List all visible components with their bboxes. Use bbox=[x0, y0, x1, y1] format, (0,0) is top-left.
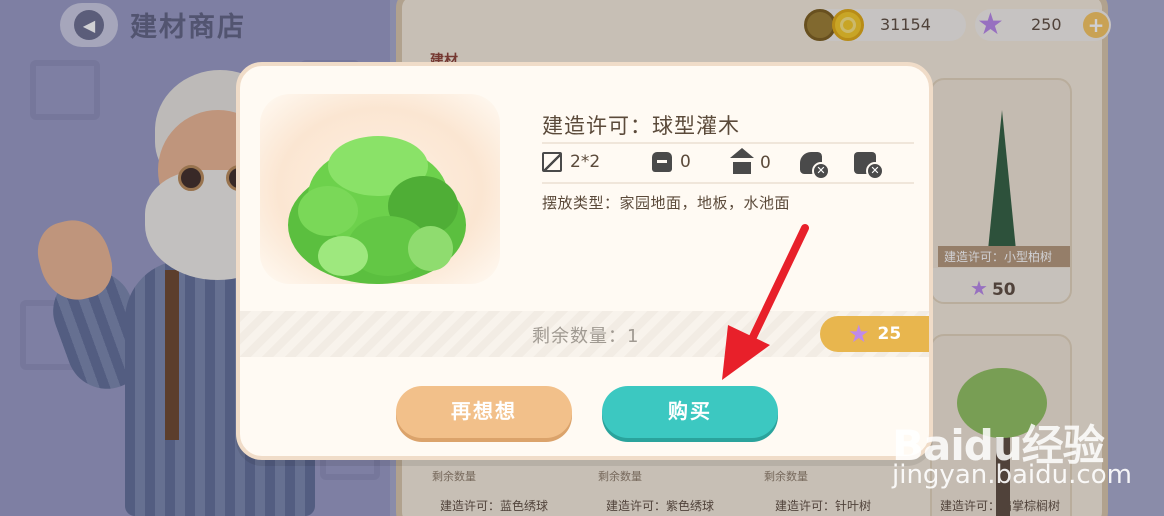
no-rotate-icon: ✕ bbox=[798, 150, 830, 182]
home-stat: 0 bbox=[730, 148, 771, 174]
no-place-icon: ✕ bbox=[852, 150, 884, 182]
cancel-button[interactable]: 再想想 bbox=[396, 386, 572, 438]
watermark: Baidu经验 jingyan.baidu.com bbox=[892, 412, 1132, 490]
item-title: 建造许可：球型灌木 bbox=[542, 114, 740, 138]
star-icon: ★ bbox=[848, 320, 870, 348]
size-stat: 2*2 bbox=[542, 152, 600, 172]
home-icon bbox=[730, 148, 754, 174]
watermark-url: jingyan.baidu.com bbox=[892, 460, 1132, 490]
bag-stat: 0 bbox=[652, 152, 691, 172]
bag-icon bbox=[652, 152, 672, 172]
remaining-count: 剩余数量：1 bbox=[532, 326, 640, 347]
price-badge: ★ 25 bbox=[820, 316, 929, 352]
item-image bbox=[260, 94, 500, 284]
size-icon bbox=[542, 152, 562, 172]
annotation-arrow bbox=[722, 224, 809, 380]
purchase-dialog: 建造许可：球型灌木 2*2 0 0 ✕ ✕ 摆放类型：家园地面，地板，水池面 剩… bbox=[236, 62, 933, 460]
buy-button[interactable]: 购买 bbox=[602, 386, 778, 438]
divider bbox=[542, 182, 914, 184]
placement-type: 摆放类型：家园地面，地板，水池面 bbox=[542, 194, 791, 212]
divider bbox=[542, 142, 914, 144]
price-value: 25 bbox=[877, 324, 902, 344]
ball-shrub-image bbox=[288, 136, 466, 286]
